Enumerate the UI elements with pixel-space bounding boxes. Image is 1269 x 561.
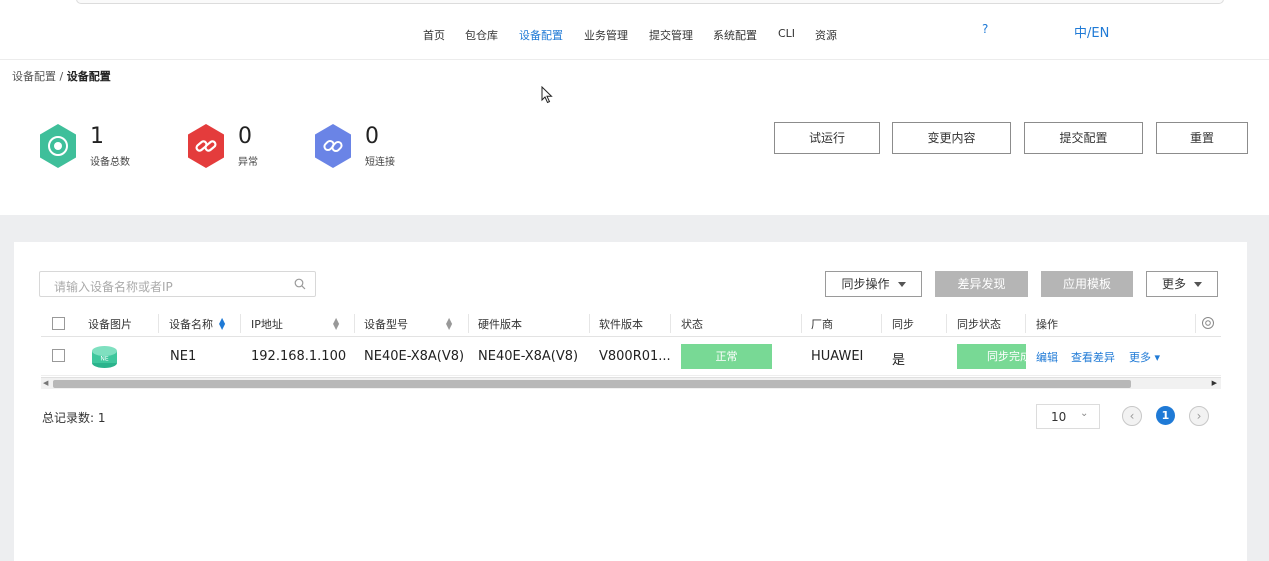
next-page-button[interactable]: › bbox=[1189, 406, 1209, 426]
browser-address-bar-remnant bbox=[0, 0, 1269, 8]
chevron-down-icon: ⌄ bbox=[1080, 408, 1089, 419]
device-icon bbox=[40, 124, 76, 168]
cell-software: V800R01... bbox=[599, 349, 671, 364]
page-size-value: 10 bbox=[1051, 410, 1067, 424]
sort-icon[interactable]: ▲ ▼ bbox=[446, 317, 452, 331]
stat-abnormal-label: 异常 bbox=[238, 157, 258, 168]
stat-total-value: 1 bbox=[90, 124, 104, 149]
more-label: 更多 bbox=[1161, 277, 1186, 291]
sort-icon[interactable]: ▲ ▼ bbox=[333, 317, 339, 331]
scrollbar-thumb[interactable] bbox=[53, 380, 1131, 388]
cell-sync: 是 bbox=[892, 353, 906, 368]
col-software: 软件版本 bbox=[599, 318, 643, 331]
view-diff-link[interactable]: 查看差异 bbox=[1071, 349, 1115, 365]
nav-item-cli[interactable]: CLI bbox=[778, 27, 795, 40]
prev-page-button[interactable]: ‹ bbox=[1122, 406, 1142, 426]
breadcrumb: 设备配置 / 设备配置 bbox=[12, 68, 111, 84]
cell-hardware: NE40E-X8A(V8) bbox=[478, 349, 579, 364]
col-device-name[interactable]: 设备名称 bbox=[169, 316, 213, 332]
row-more-link[interactable]: 更多 ▾ bbox=[1129, 349, 1160, 365]
trial-run-button[interactable]: 试运行 bbox=[774, 122, 880, 154]
device-search-input[interactable]: 请输入设备名称或者IP bbox=[39, 271, 316, 297]
help-button[interactable]: ? bbox=[982, 22, 988, 36]
submit-config-button[interactable]: 提交配置 bbox=[1024, 122, 1143, 154]
current-page[interactable]: 1 bbox=[1156, 406, 1175, 425]
search-icon[interactable] bbox=[294, 278, 306, 290]
breadcrumb-parent[interactable]: 设备配置 / bbox=[12, 70, 67, 83]
apply-template-button[interactable]: 应用模板 bbox=[1041, 271, 1133, 297]
stat-short-label: 短连接 bbox=[365, 157, 395, 168]
link-icon bbox=[315, 124, 351, 168]
breadcrumb-current: 设备配置 bbox=[66, 70, 111, 83]
col-sync-status: 同步状态 bbox=[957, 318, 1001, 331]
language-switch[interactable]: 中/EN bbox=[1074, 22, 1109, 41]
col-operations: 操作 bbox=[1036, 318, 1058, 331]
status-badge: 正常 bbox=[681, 344, 772, 369]
diff-discovery-button[interactable]: 差异发现 bbox=[935, 271, 1028, 297]
sync-status-badge: 同步完成 bbox=[957, 344, 1026, 369]
reset-button[interactable]: 重置 bbox=[1156, 122, 1248, 154]
router-device-icon: NE bbox=[92, 346, 117, 368]
nav-item-home[interactable]: 首页 bbox=[423, 27, 445, 43]
row-checkbox[interactable] bbox=[52, 349, 65, 362]
col-vendor: 厂商 bbox=[811, 318, 833, 331]
change-content-button[interactable]: 变更内容 bbox=[892, 122, 1011, 154]
svg-text:NE: NE bbox=[100, 356, 108, 363]
scroll-right-arrow-icon[interactable]: ▶ bbox=[1212, 379, 1217, 387]
sync-ops-dropdown[interactable]: 同步操作 bbox=[825, 271, 922, 297]
table-header: 设备图片 设备名称 ▲ ▼ IP地址 ▲ ▼ 设备型号 ▲ ▼ 硬件版本 软件版本 状… bbox=[41, 310, 1221, 337]
edit-link[interactable]: 编辑 bbox=[1036, 349, 1058, 365]
select-all-checkbox[interactable] bbox=[52, 317, 65, 330]
total-records: 总记录数: 1 bbox=[42, 411, 106, 425]
search-placeholder: 请输入设备名称或者IP bbox=[54, 280, 173, 294]
nav-item-service-mgmt[interactable]: 业务管理 bbox=[584, 27, 628, 43]
column-settings-gear-icon[interactable] bbox=[1201, 316, 1215, 330]
col-model[interactable]: 设备型号 bbox=[364, 316, 408, 332]
horizontal-scrollbar[interactable]: ◀ ▶ bbox=[41, 377, 1221, 389]
col-device-image: 设备图片 bbox=[88, 318, 132, 331]
sync-ops-label: 同步操作 bbox=[841, 277, 890, 291]
stat-short-value: 0 bbox=[365, 124, 379, 149]
broken-link-icon bbox=[188, 124, 224, 168]
sort-icon[interactable]: ▲ ▼ bbox=[219, 317, 225, 331]
page-size-select[interactable]: 10 ⌄ bbox=[1036, 404, 1100, 429]
cell-ip: 192.168.1.100 bbox=[251, 349, 347, 364]
col-ip[interactable]: IP地址 bbox=[251, 316, 283, 332]
more-dropdown[interactable]: 更多 bbox=[1146, 271, 1218, 297]
scroll-left-arrow-icon[interactable]: ◀ bbox=[43, 379, 48, 387]
caret-down-icon bbox=[897, 282, 906, 287]
top-nav: 首页 包仓库 设备配置 业务管理 提交管理 系统配置 CLI 资源 ? 中/EN bbox=[0, 8, 1269, 60]
stat-abnormal-value: 0 bbox=[238, 124, 252, 149]
table-row[interactable]: NE NE1 192.168.1.100 NE40E-X8A(V8) NE40E… bbox=[41, 338, 1221, 376]
cell-vendor: HUAWEI bbox=[811, 349, 864, 364]
nav-item-package-repo[interactable]: 包仓库 bbox=[465, 27, 498, 43]
col-hardware: 硬件版本 bbox=[478, 318, 522, 331]
nav-item-system-config[interactable]: 系统配置 bbox=[713, 27, 757, 43]
col-status: 状态 bbox=[681, 318, 703, 331]
cell-model: NE40E-X8A(V8) bbox=[364, 349, 465, 364]
nav-item-device-config[interactable]: 设备配置 bbox=[519, 27, 563, 43]
cell-device-name[interactable]: NE1 bbox=[170, 349, 196, 364]
nav-item-submit-mgmt[interactable]: 提交管理 bbox=[649, 27, 693, 43]
caret-down-icon bbox=[1194, 282, 1202, 287]
mouse-cursor-icon bbox=[541, 86, 553, 104]
col-sync: 同步 bbox=[892, 318, 914, 331]
stat-total-label: 设备总数 bbox=[90, 157, 130, 168]
nav-item-resources[interactable]: 资源 bbox=[815, 27, 837, 43]
